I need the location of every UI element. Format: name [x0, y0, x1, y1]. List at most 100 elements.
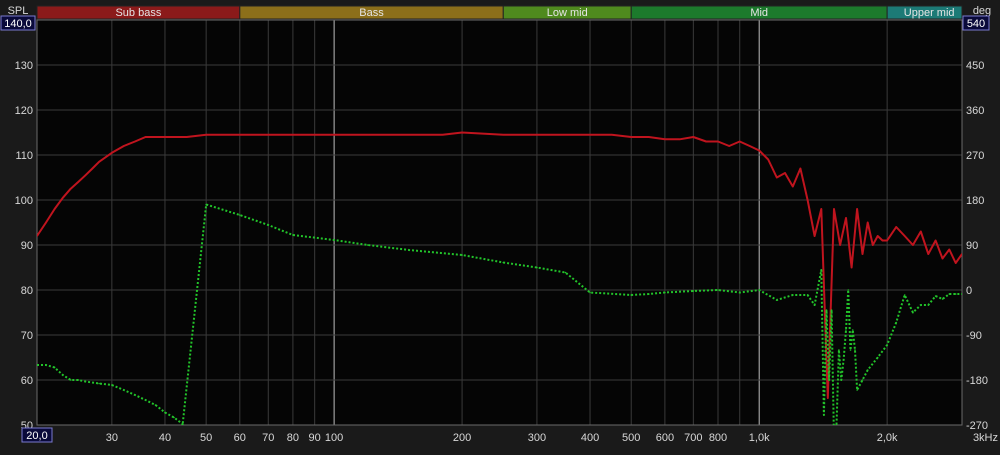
series-1-point-5	[77, 379, 79, 381]
series-0-point-68	[948, 248, 951, 251]
series-1-point-12	[154, 404, 157, 406]
series-0-point-64	[920, 230, 922, 233]
series-1-point-11	[144, 399, 147, 401]
band-label-0: Sub bass	[115, 7, 161, 19]
series-1-point-10	[134, 394, 136, 396]
series-0-point-46	[806, 199, 809, 201]
series-0-point-28	[589, 133, 591, 136]
x-tick-15: 1,0k	[749, 432, 770, 444]
x-min-box[interactable]: 20,0	[21, 427, 53, 443]
series-0-point-21	[366, 133, 369, 136]
series-0-point-52	[845, 217, 847, 219]
series-1-point-54	[854, 349, 856, 351]
series-1-point-44	[830, 309, 833, 311]
series-0-point-14	[164, 136, 166, 138]
series-1-point-42	[825, 309, 828, 311]
x-tick-1: 40	[159, 432, 171, 444]
band-label-3: Mid	[750, 7, 768, 19]
series-0-point-1	[45, 221, 47, 224]
y-max-box[interactable]: 140,0	[0, 15, 36, 31]
x-tick-13: 700	[684, 432, 702, 444]
x-tick-12: 600	[656, 432, 674, 444]
band-label-1: Bass	[359, 7, 384, 19]
series-0-point-44	[792, 185, 794, 188]
series-0-point-22	[408, 133, 410, 136]
series-1-point-58	[876, 356, 879, 359]
series-1-point-33	[717, 289, 719, 291]
x-tick-4: 70	[262, 432, 274, 444]
series-1-point-65	[934, 295, 937, 297]
series-1-point-1	[45, 364, 47, 366]
series-1-point-6	[84, 380, 87, 383]
series-0-point-16	[205, 133, 207, 136]
series-0-point-63	[912, 244, 914, 246]
series-0-point-3	[62, 196, 64, 199]
band-label-2: Low mid	[547, 7, 588, 19]
series-0-point-49	[826, 397, 829, 399]
series-0-point-45	[799, 167, 802, 170]
x-min-value: 20,0	[26, 430, 47, 442]
y-right-max-box[interactable]: 540	[962, 15, 990, 31]
series-1-point-47	[838, 349, 840, 351]
series-1-point-7	[98, 382, 100, 385]
series-1-point-23	[408, 249, 410, 251]
series-1-point-52	[849, 349, 852, 351]
y-left-tick-7: 60	[21, 375, 33, 387]
y-right-tick-5: 0	[966, 285, 972, 297]
series-1-point-50	[845, 329, 847, 331]
series-1-point-26	[536, 266, 538, 269]
series-1-point-32	[692, 290, 695, 292]
series-0-point-25	[502, 133, 505, 136]
series-0-point-47	[813, 235, 816, 237]
y-right-tick-1: 360	[966, 105, 984, 117]
series-1-point-53	[851, 329, 854, 331]
series-1-point-20	[292, 234, 294, 236]
x-tick-0: 30	[106, 432, 118, 444]
series-1-point-64	[927, 304, 930, 306]
y-left-tick-5: 80	[21, 285, 33, 297]
y-left-tick-6: 70	[21, 330, 33, 342]
series-0-point-54	[856, 208, 858, 210]
series-0-point-6	[84, 174, 87, 177]
series-0-point-43	[784, 172, 786, 174]
x-tick-9: 300	[528, 432, 546, 444]
series-1-point-60	[895, 321, 897, 324]
y-left-tick-3: 100	[15, 195, 33, 207]
series-0-point-33	[678, 138, 681, 141]
series-1-point-4	[69, 379, 72, 381]
series-0-point-39	[748, 145, 751, 147]
series-0-point-9	[111, 151, 113, 154]
y-right-tick-2: 270	[966, 150, 984, 162]
plot-area[interactable]	[37, 20, 962, 425]
series-0-point-24	[461, 131, 463, 134]
series-0-point-8	[98, 160, 100, 163]
series-0-point-19	[292, 133, 294, 136]
x-tick-2: 50	[200, 432, 212, 444]
series-1-point-39	[813, 304, 816, 306]
y-right-tick-4: 90	[966, 240, 978, 252]
series-1-point-61	[903, 294, 906, 296]
series-1-point-30	[648, 293, 650, 295]
series-0-point-2	[53, 208, 56, 210]
series-0-point-15	[185, 136, 188, 138]
series-0-point-62	[903, 235, 906, 237]
series-0-point-41	[767, 158, 769, 161]
series-0-point-53	[850, 266, 853, 269]
series-1-point-56	[861, 379, 864, 381]
series-0-point-56	[866, 221, 869, 224]
x-tick-3: 60	[234, 432, 246, 444]
series-1-point-36	[775, 299, 778, 301]
series-0-point-69	[954, 262, 957, 264]
series-0-point-10	[122, 145, 125, 147]
series-1-point-40	[820, 269, 823, 271]
series-1-point-51	[847, 289, 850, 291]
series-0-point-60	[886, 239, 888, 242]
x-tick-7: 100	[325, 432, 343, 444]
series-1-point-35	[758, 289, 760, 291]
y-left-tick-4: 90	[21, 240, 33, 252]
series-1-point-57	[866, 369, 869, 371]
left-axis-label: SPL	[8, 5, 29, 17]
series-0-point-20	[333, 133, 335, 136]
y-right-tick-6: -90	[966, 330, 982, 342]
y-right-max-value: 540	[967, 18, 985, 30]
